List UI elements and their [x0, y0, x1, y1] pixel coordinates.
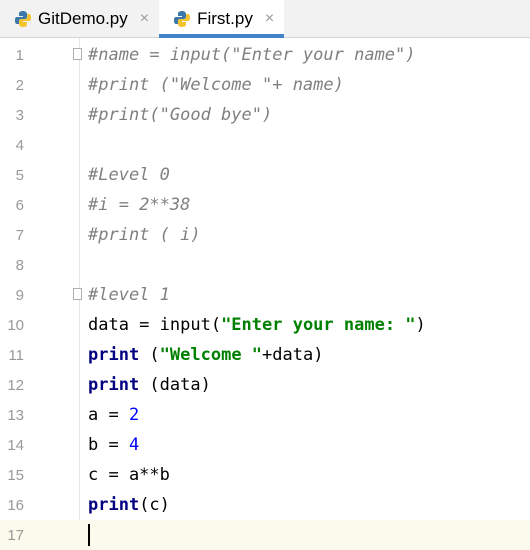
line-number: 3: [15, 106, 24, 124]
line-number: 7: [15, 226, 24, 244]
code-text: #name = input("Enter your name"): [88, 45, 416, 65]
code-token: a =: [88, 405, 129, 425]
tab-label: GitDemo.py: [38, 8, 128, 28]
line-number: 9: [15, 286, 24, 304]
code-line: 5 #Level 0: [0, 160, 530, 190]
code-line: 8: [0, 250, 530, 280]
code-line: 3 #print("Good bye"): [0, 100, 530, 130]
line-number: 4: [15, 136, 24, 154]
line-number: 10: [7, 316, 24, 334]
code-line: 12 print (data): [0, 370, 530, 400]
code-line: 13 a = 2: [0, 400, 530, 430]
code-text: #i = 2**38: [88, 195, 191, 215]
code-text: c = a**b: [88, 465, 170, 485]
code-token: data = input(: [88, 315, 222, 335]
tab-label: First.py: [197, 8, 253, 28]
line-number: 2: [15, 76, 24, 94]
code-token: (data): [139, 375, 211, 395]
keyword-token: print: [88, 375, 140, 395]
close-tab-icon[interactable]: ×: [265, 10, 274, 28]
code-token: (c): [139, 495, 170, 515]
python-file-icon: [15, 10, 31, 27]
line-number: 12: [7, 376, 24, 394]
code-editor[interactable]: 1 #name = input("Enter your name") 2 #pr…: [0, 38, 530, 550]
line-number: 5: [15, 166, 24, 184]
code-text: #print ("Welcome "+ name): [88, 75, 344, 95]
code-line: 11 print ("Welcome "+data): [0, 340, 530, 370]
python-file-icon: [174, 10, 191, 27]
editor-tab-bar: GitDemo.py × First.py ×: [0, 0, 530, 38]
tab-first[interactable]: First.py ×: [159, 0, 285, 38]
string-token: "Welcome ": [159, 345, 263, 365]
code-text: print ("Welcome "+data): [88, 345, 323, 365]
code-line: 10 data = input("Enter your name: "): [0, 310, 530, 340]
code-line: 7 #print ( i): [0, 220, 530, 250]
line-number: 17: [7, 526, 24, 544]
line-number: 15: [7, 466, 24, 484]
string-token: "Enter your name: ": [221, 315, 416, 335]
code-text: a = 2: [88, 405, 139, 425]
fold-marker-icon[interactable]: [73, 288, 82, 300]
code-text: print (data): [88, 375, 211, 395]
code-token: +data): [262, 345, 324, 365]
code-token: (: [139, 345, 160, 365]
tab-gitdemo[interactable]: GitDemo.py ×: [0, 0, 159, 37]
code-line: 2 #print ("Welcome "+ name): [0, 70, 530, 100]
fold-marker-icon[interactable]: [73, 48, 82, 60]
keyword-token: print: [88, 495, 140, 515]
line-number: 1: [15, 46, 24, 64]
close-tab-icon[interactable]: ×: [140, 10, 149, 28]
line-number: 6: [15, 196, 24, 214]
code-line: 14 b = 4: [0, 430, 530, 460]
code-text: data = input("Enter your name: "): [88, 315, 426, 335]
line-number: 13: [7, 406, 24, 424]
text-caret: [88, 524, 90, 546]
line-number: 14: [7, 436, 24, 454]
line-number: 8: [15, 256, 24, 274]
number-token: 4: [128, 435, 140, 455]
code-line: 15 c = a**b: [0, 460, 530, 490]
line-number: 16: [7, 496, 24, 514]
code-text: print(c): [88, 495, 170, 515]
code-line: 4: [0, 130, 530, 160]
code-text: #level 1: [88, 285, 170, 305]
code-token: b =: [88, 435, 129, 455]
code-line: 16 print(c): [0, 490, 530, 520]
code-text: #Level 0: [88, 165, 170, 185]
keyword-token: print: [88, 345, 140, 365]
code-token: ): [415, 315, 426, 335]
code-text: #print("Good bye"): [88, 105, 273, 125]
code-text: #print ( i): [88, 225, 201, 245]
code-text: b = 4: [88, 435, 139, 455]
number-token: 2: [128, 405, 140, 425]
line-number: 11: [8, 346, 24, 364]
code-line: 6 #i = 2**38: [0, 190, 530, 220]
